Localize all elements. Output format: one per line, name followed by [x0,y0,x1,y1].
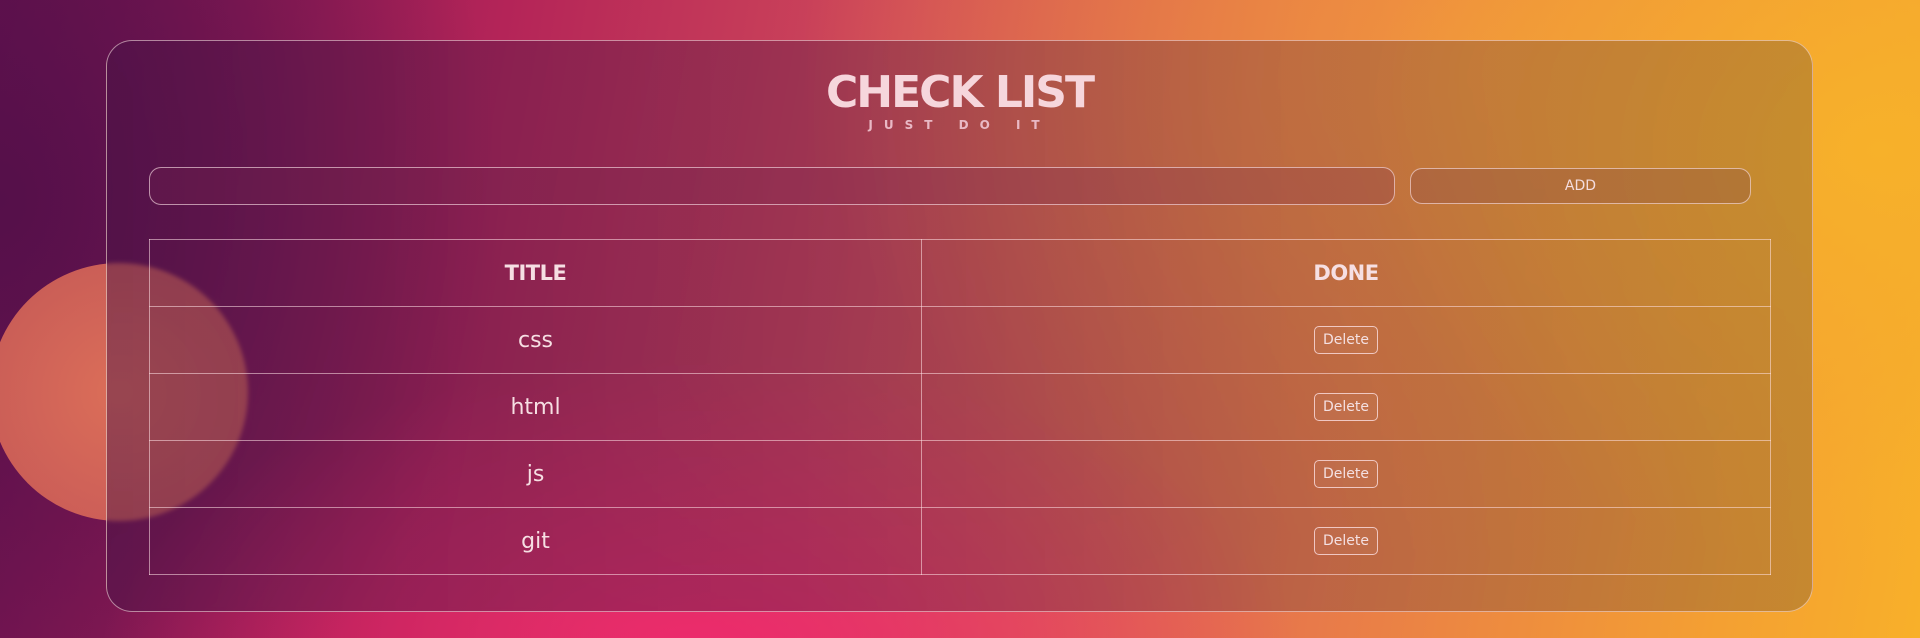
task-action-cell: Delete [921,440,1771,508]
checklist-card: CHECK LIST JUST DO IT ADD TITLE DONE css… [106,40,1813,612]
task-input[interactable] [149,167,1395,205]
column-header-done: DONE [921,239,1771,307]
table-row: css Delete [149,306,1771,374]
task-title: css [149,306,922,374]
delete-button[interactable]: Delete [1314,326,1378,354]
table-row: js Delete [149,440,1771,508]
task-title: js [149,440,922,508]
add-button[interactable]: ADD [1410,168,1751,204]
page-title: CHECK LIST [826,67,1095,118]
task-action-cell: Delete [921,373,1771,441]
page-subtitle: JUST DO IT [868,118,1051,132]
task-title: html [149,373,922,441]
column-header-title: TITLE [149,239,922,307]
task-title: git [149,507,922,575]
table-row: git Delete [149,507,1771,575]
task-action-cell: Delete [921,306,1771,374]
task-action-cell: Delete [921,507,1771,575]
task-table: TITLE DONE css Delete html Delete js Del… [149,239,1771,575]
table-header-row: TITLE DONE [149,239,1771,307]
delete-button[interactable]: Delete [1314,460,1378,488]
table-row: html Delete [149,373,1771,441]
delete-button[interactable]: Delete [1314,527,1378,555]
delete-button[interactable]: Delete [1314,393,1378,421]
